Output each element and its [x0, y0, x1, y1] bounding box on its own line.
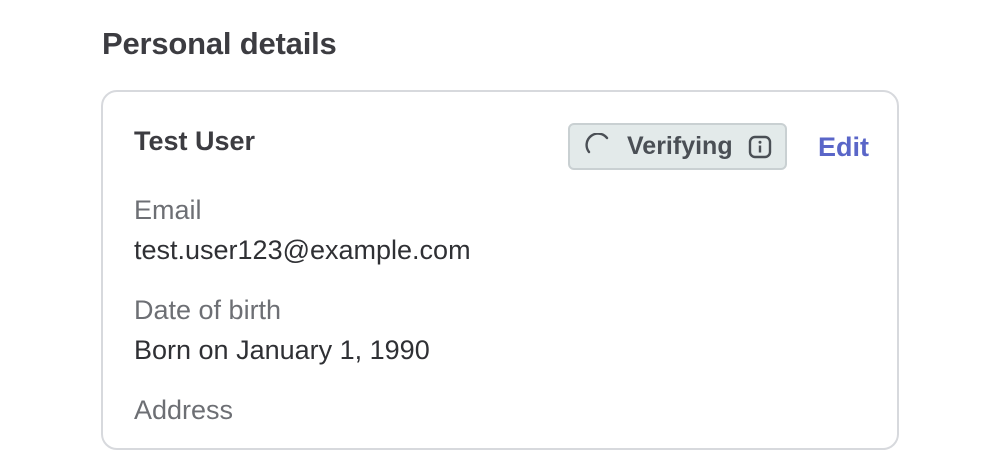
personal-details-card: Test User Verifying Edit Email test.user…	[101, 90, 899, 450]
spinner-icon	[585, 131, 613, 161]
section-title: Personal details	[102, 26, 337, 61]
email-label: Email	[134, 195, 202, 225]
info-icon[interactable]	[748, 135, 772, 159]
address-label: Address	[134, 395, 234, 425]
date-of-birth-value: Born on January 1, 1990	[134, 335, 430, 365]
status-badge[interactable]: Verifying	[568, 123, 787, 170]
date-of-birth-label: Date of birth	[134, 295, 282, 325]
email-value: test.user123@example.com	[134, 235, 471, 265]
status-label: Verifying	[627, 132, 733, 160]
edit-button[interactable]: Edit	[818, 132, 869, 163]
user-name: Test User	[134, 126, 256, 156]
